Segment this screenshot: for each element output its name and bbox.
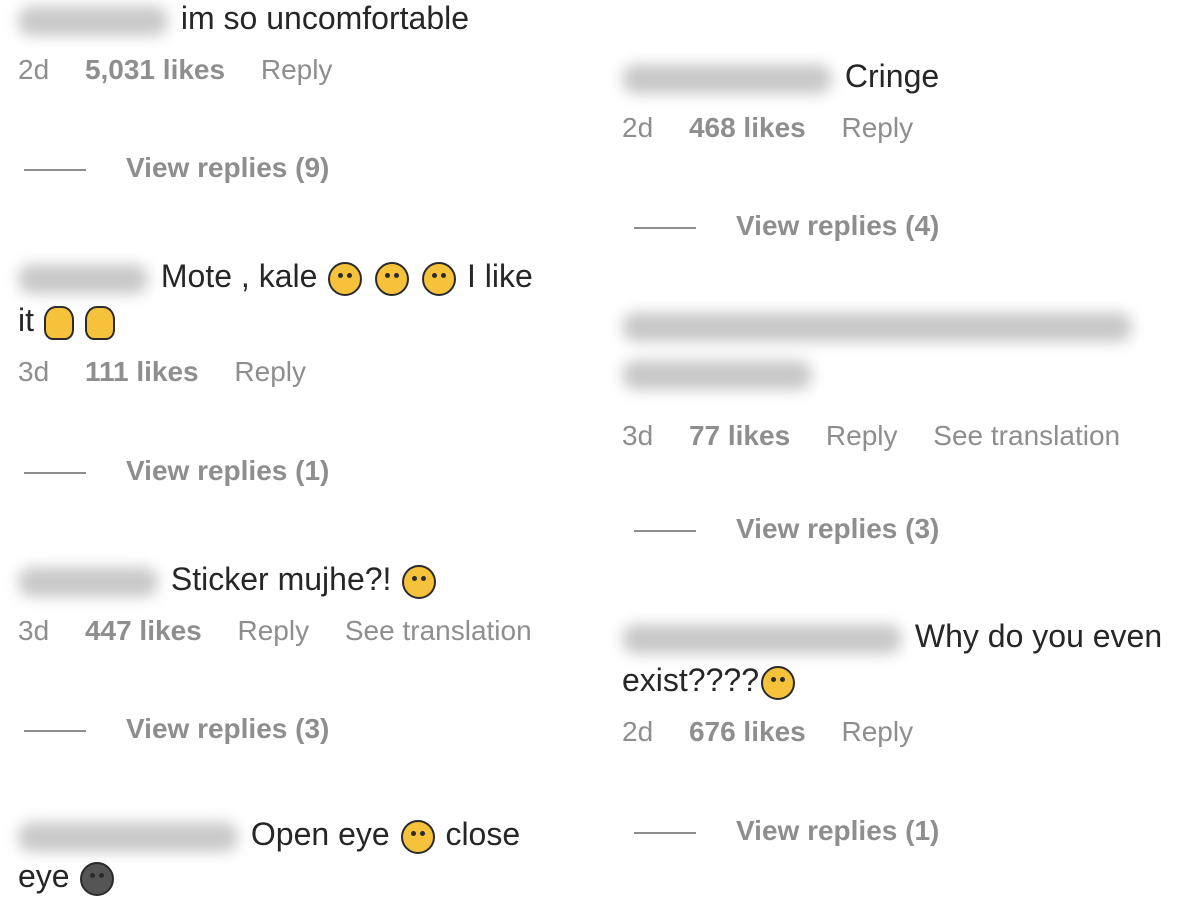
- comment-item: Open eye close eye: [0, 810, 600, 900]
- blurred-username[interactable]: [18, 821, 238, 852]
- view-replies-label: View replies (1): [736, 815, 940, 846]
- comment-item: Sticker mujhe?! 3d 447 likes Reply See t…: [0, 555, 600, 651]
- crying-face-icon: [402, 564, 437, 599]
- comment-item: Cringe 2d 468 likes Reply: [610, 52, 1200, 148]
- comment-body-continued: close: [445, 816, 521, 852]
- comment-item: im so uncomfortable 2d 5,031 likes Reply: [0, 0, 600, 90]
- comment-body-line2: exist????: [622, 662, 759, 698]
- comment-age: 2d: [622, 716, 654, 747]
- comment-body: Sticker mujhe?!: [170, 561, 392, 597]
- reply-button[interactable]: Reply: [826, 420, 898, 451]
- likes-count[interactable]: 468 likes: [689, 112, 806, 143]
- dark-face-icon: [80, 861, 115, 896]
- comment-text-line2: eye: [0, 852, 600, 900]
- comment-text: im so uncomfortable: [0, 0, 600, 42]
- view-replies-button[interactable]: View replies (3): [634, 513, 939, 545]
- comment-body: Open eye: [250, 816, 390, 852]
- blurred-comment-line: [610, 360, 1200, 408]
- view-replies-button[interactable]: View replies (4): [634, 210, 939, 242]
- comment-body: Cringe: [844, 58, 940, 94]
- replies-divider: [634, 226, 696, 229]
- comment-meta: 2d 676 likes Reply: [610, 712, 1200, 752]
- blurred-username[interactable]: [18, 566, 158, 597]
- comment-meta: 3d 111 likes Reply: [0, 352, 600, 392]
- likes-count[interactable]: 111 likes: [85, 356, 199, 387]
- comment-text: Why do you even: [610, 612, 1200, 660]
- comment-body: Why do you even: [914, 618, 1163, 654]
- view-replies-label: View replies (3): [126, 713, 330, 744]
- view-replies-button[interactable]: View replies (9): [24, 152, 329, 184]
- comment-meta: 2d 468 likes Reply: [610, 108, 1200, 148]
- replies-divider: [634, 529, 696, 532]
- comment-text-line2: exist????: [610, 656, 1200, 704]
- comment-text: Mote , kale I like: [0, 252, 600, 300]
- comment-age: 3d: [622, 420, 654, 451]
- replies-divider: [24, 471, 86, 474]
- slightly-smiling-face-icon: [760, 665, 795, 700]
- replies-divider: [24, 168, 86, 171]
- comment-body-line2: it: [18, 302, 34, 338]
- reply-button[interactable]: Reply: [842, 112, 914, 143]
- blurred-username[interactable]: [622, 623, 902, 654]
- grinning-face-icon: [400, 819, 435, 854]
- comment-item: Why do you even exist???? 2d 676 likes R…: [610, 612, 1200, 752]
- face-with-tears-of-joy-icon: [375, 261, 410, 296]
- comment-age: 3d: [18, 615, 50, 646]
- likes-count[interactable]: 5,031 likes: [85, 54, 225, 85]
- likes-count[interactable]: 77 likes: [689, 420, 790, 451]
- face-with-tears-of-joy-icon: [328, 261, 363, 296]
- blurred-username[interactable]: [18, 263, 148, 294]
- see-translation-button[interactable]: See translation: [933, 420, 1120, 451]
- blurred-comment-line: [610, 312, 1200, 360]
- comment-meta: 2d 5,031 likes Reply: [0, 50, 600, 90]
- comment-age: 2d: [18, 54, 50, 85]
- view-replies-label: View replies (9): [126, 152, 330, 183]
- comment-text: Sticker mujhe?!: [0, 555, 600, 603]
- view-replies-label: View replies (1): [126, 455, 330, 486]
- clapping-hands-icon: [43, 305, 74, 340]
- comment-body: im so uncomfortable: [180, 0, 470, 36]
- comment-body-line2: eye: [18, 858, 70, 894]
- comment-body: Mote , kale: [160, 258, 318, 294]
- blurred-username[interactable]: [622, 63, 832, 94]
- blurred-comment-text: [622, 360, 812, 390]
- view-replies-button[interactable]: View replies (1): [24, 455, 329, 487]
- reply-button[interactable]: Reply: [234, 356, 306, 387]
- comment-age: 3d: [18, 356, 50, 387]
- clapping-hands-icon: [84, 305, 115, 340]
- comment-body-continued: I like: [466, 258, 533, 294]
- view-replies-label: View replies (4): [736, 210, 940, 241]
- likes-count[interactable]: 447 likes: [85, 615, 202, 646]
- comment-item: 3d 77 likes Reply See translation: [610, 312, 1200, 456]
- comment-text-line2: it: [0, 296, 600, 344]
- comment-item: Mote , kale I like it 3d 111 likes Reply: [0, 252, 600, 392]
- see-translation-button[interactable]: See translation: [345, 615, 532, 646]
- face-with-tears-of-joy-icon: [422, 261, 457, 296]
- blurred-username[interactable]: [18, 5, 168, 36]
- replies-divider: [634, 831, 696, 834]
- reply-button[interactable]: Reply: [842, 716, 914, 747]
- comment-meta: 3d 77 likes Reply See translation: [610, 416, 1200, 456]
- view-replies-button[interactable]: View replies (3): [24, 713, 329, 745]
- comment-text: Cringe: [610, 52, 1200, 100]
- comment-age: 2d: [622, 112, 654, 143]
- comment-text: Open eye close: [0, 810, 600, 858]
- reply-button[interactable]: Reply: [238, 615, 310, 646]
- comment-meta: 3d 447 likes Reply See translation: [0, 611, 600, 651]
- view-replies-button[interactable]: View replies (1): [634, 815, 939, 847]
- replies-divider: [24, 729, 86, 732]
- view-replies-label: View replies (3): [736, 513, 940, 544]
- reply-button[interactable]: Reply: [261, 54, 333, 85]
- blurred-comment-text: [622, 312, 1132, 342]
- likes-count[interactable]: 676 likes: [689, 716, 806, 747]
